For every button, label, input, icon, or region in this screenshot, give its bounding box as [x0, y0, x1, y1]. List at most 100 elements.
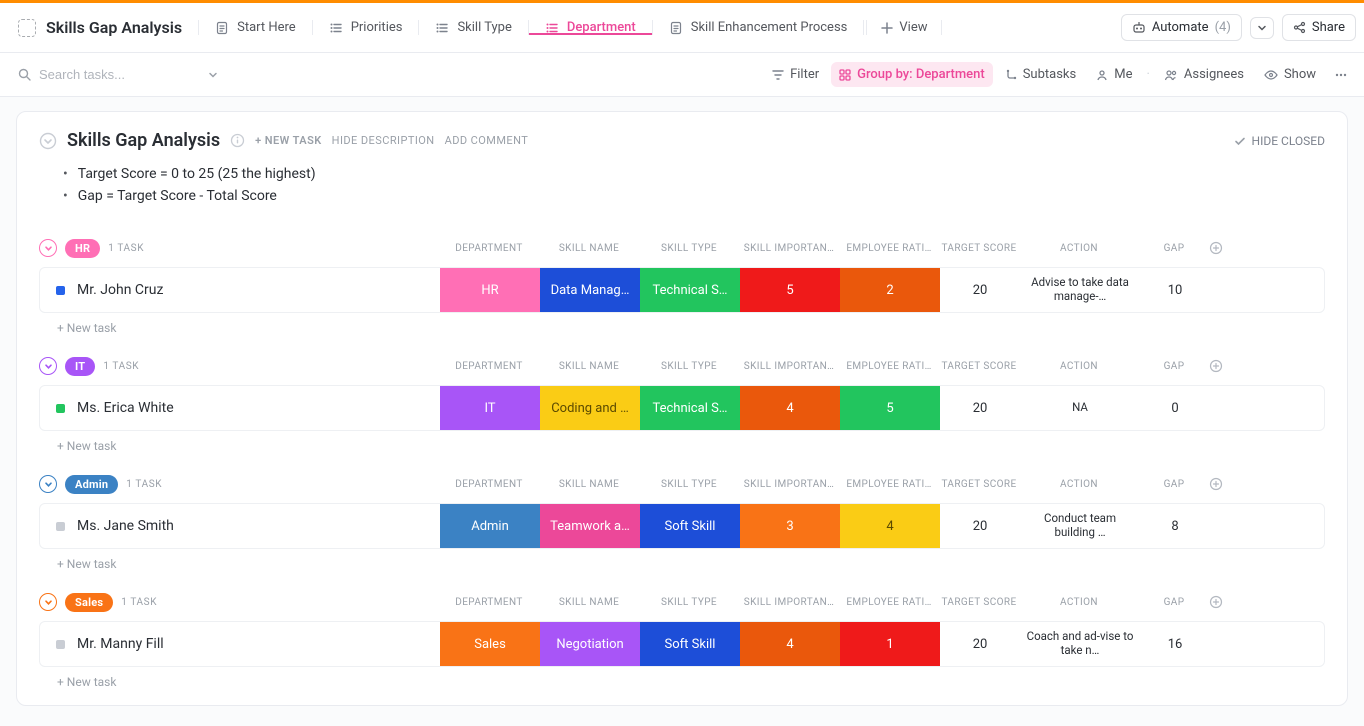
- task-name-cell[interactable]: Mr. Manny Fill: [40, 622, 440, 666]
- add-column-button[interactable]: [1209, 477, 1239, 491]
- task-row[interactable]: Ms. Erica WhiteITCoding and …Technical S…: [39, 385, 1325, 431]
- column-header[interactable]: DEPARTMENT: [439, 597, 539, 608]
- target-score-cell[interactable]: 20: [940, 268, 1020, 312]
- header-new-task-button[interactable]: + NEW TASK: [255, 134, 322, 147]
- skill-importance-cell[interactable]: 4: [740, 622, 840, 666]
- add-column-button[interactable]: [1209, 359, 1239, 373]
- status-square-icon[interactable]: [56, 522, 65, 531]
- target-score-cell[interactable]: 20: [940, 622, 1020, 666]
- department-cell[interactable]: HR: [440, 268, 540, 312]
- search-input[interactable]: [37, 66, 177, 83]
- collapse-group-button[interactable]: [39, 239, 57, 257]
- department-cell[interactable]: Sales: [440, 622, 540, 666]
- column-header[interactable]: SKILL TYPE: [639, 361, 739, 372]
- task-row[interactable]: Mr. John CruzHRData Manag…Technical S…52…: [39, 267, 1325, 313]
- status-square-icon[interactable]: [56, 640, 65, 649]
- column-header[interactable]: EMPLOYEE RATI…: [839, 597, 939, 608]
- add-view-button[interactable]: View: [866, 20, 942, 35]
- column-header[interactable]: ACTION: [1019, 361, 1139, 372]
- skill-name-cell[interactable]: Teamwork a…: [540, 504, 640, 548]
- employee-rating-cell[interactable]: 2: [840, 268, 940, 312]
- status-square-icon[interactable]: [56, 404, 65, 413]
- column-header[interactable]: SKILL NAME: [539, 361, 639, 372]
- column-header[interactable]: DEPARTMENT: [439, 479, 539, 490]
- action-cell[interactable]: Coach and ad-vise to take n…: [1020, 622, 1140, 666]
- show-button[interactable]: Show: [1256, 62, 1324, 87]
- target-score-cell[interactable]: 20: [940, 386, 1020, 430]
- column-header[interactable]: ACTION: [1019, 597, 1139, 608]
- skill-name-cell[interactable]: Coding and …: [540, 386, 640, 430]
- action-cell[interactable]: NA: [1020, 386, 1140, 430]
- column-header[interactable]: EMPLOYEE RATI…: [839, 361, 939, 372]
- column-header[interactable]: SKILL IMPORTAN…: [739, 479, 839, 490]
- group-by-button[interactable]: Group by: Department: [831, 62, 993, 87]
- column-header[interactable]: SKILL IMPORTAN…: [739, 243, 839, 254]
- action-cell[interactable]: Advise to take data manage-…: [1020, 268, 1140, 312]
- tab-skill-type[interactable]: Skill Type: [418, 20, 527, 35]
- column-header[interactable]: GAP: [1139, 597, 1209, 608]
- skill-type-cell[interactable]: Technical S…: [640, 386, 740, 430]
- column-header[interactable]: SKILL TYPE: [639, 479, 739, 490]
- gap-cell[interactable]: 0: [1140, 386, 1210, 430]
- column-header[interactable]: SKILL NAME: [539, 479, 639, 490]
- task-name-cell[interactable]: Mr. John Cruz: [40, 268, 440, 312]
- automate-dropdown-button[interactable]: [1250, 17, 1274, 39]
- column-header[interactable]: SKILL TYPE: [639, 597, 739, 608]
- group-badge[interactable]: Sales: [65, 593, 113, 612]
- assignees-button[interactable]: Assignees: [1156, 62, 1252, 87]
- column-header[interactable]: TARGET SCORE: [939, 597, 1019, 608]
- add-column-button[interactable]: [1209, 595, 1239, 609]
- column-header[interactable]: SKILL IMPORTAN…: [739, 361, 839, 372]
- collapse-list-icon[interactable]: [39, 132, 57, 150]
- column-header[interactable]: GAP: [1139, 361, 1209, 372]
- column-header[interactable]: DEPARTMENT: [439, 243, 539, 254]
- group-badge[interactable]: IT: [65, 357, 95, 376]
- status-square-icon[interactable]: [56, 286, 65, 295]
- gap-cell[interactable]: 16: [1140, 622, 1210, 666]
- more-button[interactable]: [1328, 64, 1350, 86]
- column-header[interactable]: DEPARTMENT: [439, 361, 539, 372]
- column-header[interactable]: SKILL NAME: [539, 597, 639, 608]
- share-button[interactable]: Share: [1282, 14, 1356, 41]
- filter-button[interactable]: Filter: [764, 62, 827, 87]
- skill-name-cell[interactable]: Data Manag…: [540, 268, 640, 312]
- collapse-group-button[interactable]: [39, 593, 57, 611]
- task-row[interactable]: Ms. Jane SmithAdminTeamwork a…Soft Skill…: [39, 503, 1325, 549]
- skill-importance-cell[interactable]: 4: [740, 386, 840, 430]
- skill-importance-cell[interactable]: 3: [740, 504, 840, 548]
- add-column-button[interactable]: [1209, 241, 1239, 255]
- employee-rating-cell[interactable]: 5: [840, 386, 940, 430]
- skill-name-cell[interactable]: Negotiation: [540, 622, 640, 666]
- department-cell[interactable]: IT: [440, 386, 540, 430]
- column-header[interactable]: ACTION: [1019, 479, 1139, 490]
- tab-skill-enhancement-process[interactable]: Skill Enhancement Process: [652, 20, 865, 35]
- new-task-button[interactable]: + New task: [39, 313, 1325, 341]
- new-task-button[interactable]: + New task: [39, 431, 1325, 459]
- employee-rating-cell[interactable]: 4: [840, 504, 940, 548]
- add-comment-button[interactable]: ADD COMMENT: [445, 134, 529, 147]
- collapse-group-button[interactable]: [39, 357, 57, 375]
- column-header[interactable]: SKILL IMPORTAN…: [739, 597, 839, 608]
- tab-start-here[interactable]: Start Here: [198, 20, 312, 35]
- info-icon[interactable]: [230, 133, 245, 148]
- collapse-group-button[interactable]: [39, 475, 57, 493]
- gap-cell[interactable]: 10: [1140, 268, 1210, 312]
- target-score-cell[interactable]: 20: [940, 504, 1020, 548]
- gap-cell[interactable]: 8: [1140, 504, 1210, 548]
- new-task-button[interactable]: + New task: [39, 667, 1325, 695]
- task-name-cell[interactable]: Ms. Jane Smith: [40, 504, 440, 548]
- column-header[interactable]: TARGET SCORE: [939, 243, 1019, 254]
- chevron-down-icon[interactable]: [208, 70, 218, 80]
- hide-description-button[interactable]: HIDE DESCRIPTION: [332, 134, 435, 147]
- column-header[interactable]: GAP: [1139, 243, 1209, 254]
- tab-priorities[interactable]: Priorities: [312, 20, 419, 35]
- column-header[interactable]: ACTION: [1019, 243, 1139, 254]
- column-header[interactable]: SKILL TYPE: [639, 243, 739, 254]
- tab-department[interactable]: Department: [528, 20, 652, 35]
- column-header[interactable]: EMPLOYEE RATI…: [839, 243, 939, 254]
- group-badge[interactable]: Admin: [65, 475, 118, 494]
- subtasks-button[interactable]: Subtasks: [997, 62, 1085, 87]
- skill-type-cell[interactable]: Technical S…: [640, 268, 740, 312]
- column-header[interactable]: GAP: [1139, 479, 1209, 490]
- task-row[interactable]: Mr. Manny FillSalesNegotiationSoft Skill…: [39, 621, 1325, 667]
